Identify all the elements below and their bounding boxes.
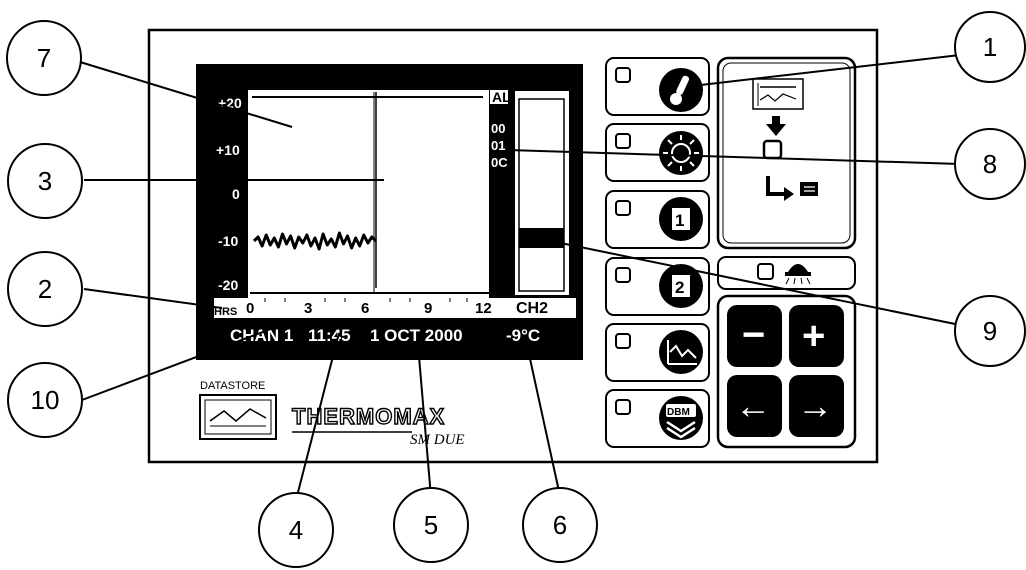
alarm-column bbox=[490, 90, 508, 278]
plus-button-label: + bbox=[802, 314, 825, 358]
indicator-led bbox=[615, 267, 631, 283]
right-arrow-label: → bbox=[797, 385, 833, 426]
status-channel: CHAN 1 bbox=[230, 326, 293, 345]
x-tick-label: 0 bbox=[246, 300, 254, 317]
y-tick-label: 0 bbox=[232, 186, 240, 202]
plot-area bbox=[248, 90, 489, 298]
callout-2: 2 bbox=[7, 251, 83, 327]
callout-number: 10 bbox=[31, 385, 60, 415]
channel-1-button-label: 1 bbox=[675, 211, 684, 230]
left-arrow-label: ← bbox=[735, 385, 771, 426]
right-arrow-button[interactable]: → bbox=[789, 375, 844, 437]
indicator-led bbox=[615, 200, 631, 216]
alarm-code: 0C bbox=[491, 155, 508, 170]
y-tick-label: -10 bbox=[218, 233, 238, 249]
status-date: 1 OCT 2000 bbox=[370, 326, 463, 345]
callout-number: 7 bbox=[37, 43, 51, 73]
callout-4: 4 bbox=[258, 492, 334, 568]
indicator-led bbox=[615, 333, 631, 349]
callout-number: 5 bbox=[424, 510, 438, 540]
callout-number: 6 bbox=[553, 510, 567, 540]
alarm-code: 01 bbox=[491, 138, 505, 153]
callout-10: 10 bbox=[7, 362, 83, 438]
x-tick-label: 9 bbox=[424, 300, 432, 317]
left-arrow-button[interactable]: ← bbox=[727, 375, 782, 437]
brightness-button[interactable] bbox=[605, 123, 710, 182]
callout-number: 2 bbox=[38, 274, 52, 304]
dbm-icon bbox=[659, 396, 703, 440]
channel-2-level-marker bbox=[519, 228, 564, 248]
x-tick-label: 12 bbox=[475, 300, 492, 317]
dbm-button-label: DBM bbox=[667, 407, 690, 418]
callout-number: 8 bbox=[983, 149, 997, 179]
light-button[interactable] bbox=[717, 256, 856, 290]
channel-2-button[interactable]: 2 bbox=[605, 257, 710, 316]
memory-indicator-led bbox=[762, 139, 783, 160]
callout-number: 9 bbox=[983, 316, 997, 346]
dbm-button[interactable]: DBM bbox=[605, 389, 710, 448]
graph-icon bbox=[659, 330, 703, 374]
channel-2-bar-inner bbox=[518, 98, 565, 292]
datastore-label: DATASTORE bbox=[200, 380, 265, 392]
status-time: 11:45 bbox=[308, 326, 351, 345]
minus-button-label: − bbox=[742, 313, 765, 357]
callout-number: 4 bbox=[289, 515, 303, 545]
callout-number: 3 bbox=[38, 166, 52, 196]
y-tick-label: +10 bbox=[216, 142, 240, 158]
callout-3: 3 bbox=[7, 143, 83, 219]
x-tick-label: 6 bbox=[361, 300, 369, 317]
indicator-led bbox=[615, 133, 631, 149]
callout-6: 6 bbox=[522, 487, 598, 563]
indicator-led bbox=[615, 399, 631, 415]
channel-2-button-label: 2 bbox=[675, 278, 684, 297]
x-tick-label: 3 bbox=[304, 300, 312, 317]
alarm-code: 00 bbox=[491, 121, 505, 136]
printer-icon bbox=[800, 182, 818, 196]
callout-7: 7 bbox=[6, 20, 82, 96]
memory-graph-icon bbox=[752, 78, 804, 110]
callout-number: 1 bbox=[983, 32, 997, 62]
callout-9: 9 bbox=[954, 295, 1026, 367]
channel-2-label: CH2 bbox=[516, 300, 548, 317]
graph-button[interactable] bbox=[605, 323, 710, 382]
thermomax-panel-diagram: +20 +10 0 -10 -20 HRS 0 3 6 9 12 CH2 AL … bbox=[6, 11, 1026, 568]
indicator-led bbox=[757, 263, 774, 280]
status-temperature: -9°C bbox=[506, 326, 540, 345]
channel-1-button[interactable]: 1 bbox=[605, 190, 710, 249]
callout-1: 1 bbox=[954, 11, 1026, 83]
plus-button[interactable]: + bbox=[789, 305, 844, 367]
model-name: SM DUE bbox=[410, 432, 465, 448]
y-tick-label: -20 bbox=[218, 277, 238, 293]
callout-8: 8 bbox=[954, 128, 1026, 200]
callout-5: 5 bbox=[393, 487, 469, 563]
alarm-label: AL bbox=[492, 89, 511, 105]
indicator-led bbox=[615, 67, 631, 83]
minus-button[interactable]: − bbox=[727, 305, 782, 367]
